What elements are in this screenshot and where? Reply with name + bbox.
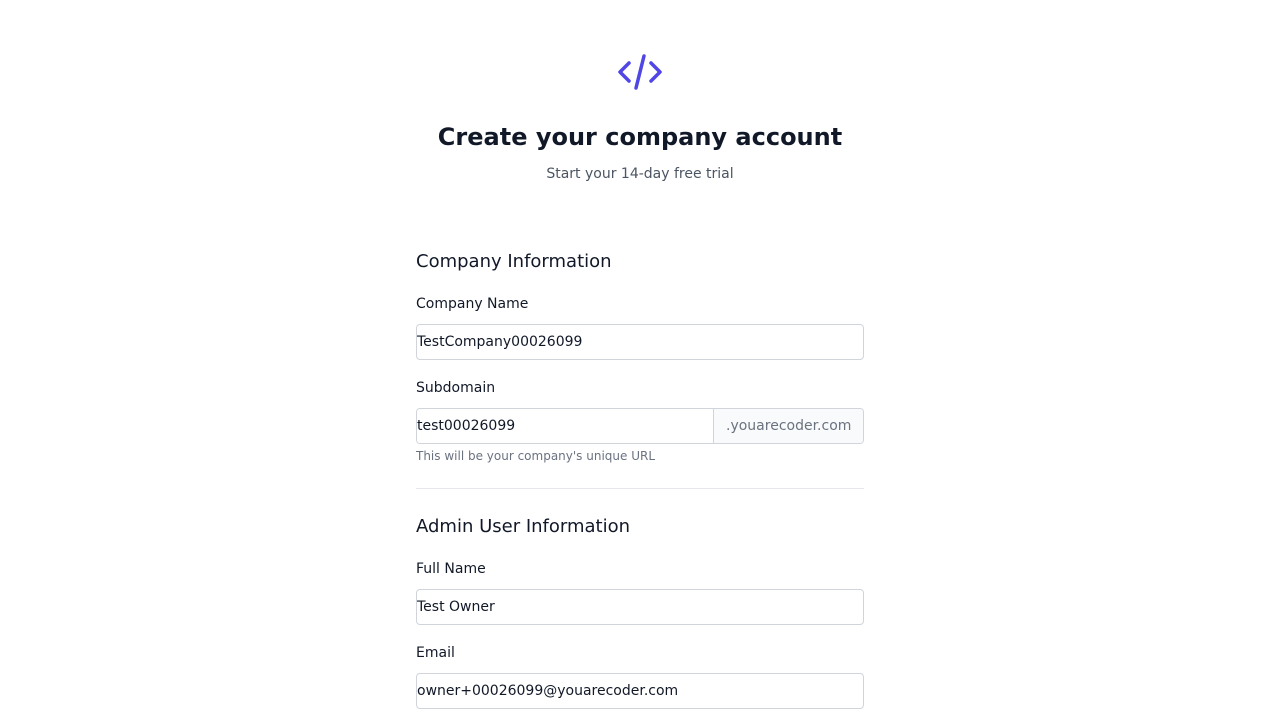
company-name-input[interactable]: TestCompany00026099 — [416, 324, 864, 360]
signup-page: Create your company account Start your 1… — [0, 0, 1280, 720]
code-icon — [618, 54, 662, 90]
page-title: Create your company account — [437, 123, 843, 151]
admin-section-title: Admin User Information — [416, 516, 631, 537]
email-input[interactable]: owner+00026099@youarecoder.com — [416, 673, 864, 709]
subdomain-help-text: This will be your company's unique URL — [416, 449, 656, 463]
full-name-label: Full Name — [416, 561, 486, 577]
section-divider — [416, 488, 864, 489]
subdomain-suffix: .youarecoder.com — [713, 409, 863, 443]
subdomain-input[interactable]: test00026099 — [417, 409, 713, 443]
company-name-label: Company Name — [416, 296, 529, 312]
full-name-input[interactable]: Test Owner — [416, 589, 864, 625]
company-section-title: Company Information — [416, 251, 612, 272]
email-label: Email — [416, 645, 455, 661]
subdomain-label: Subdomain — [416, 380, 496, 396]
subdomain-input-group: test00026099 .youarecoder.com — [416, 408, 864, 444]
page-subtitle: Start your 14-day free trial — [546, 166, 734, 182]
